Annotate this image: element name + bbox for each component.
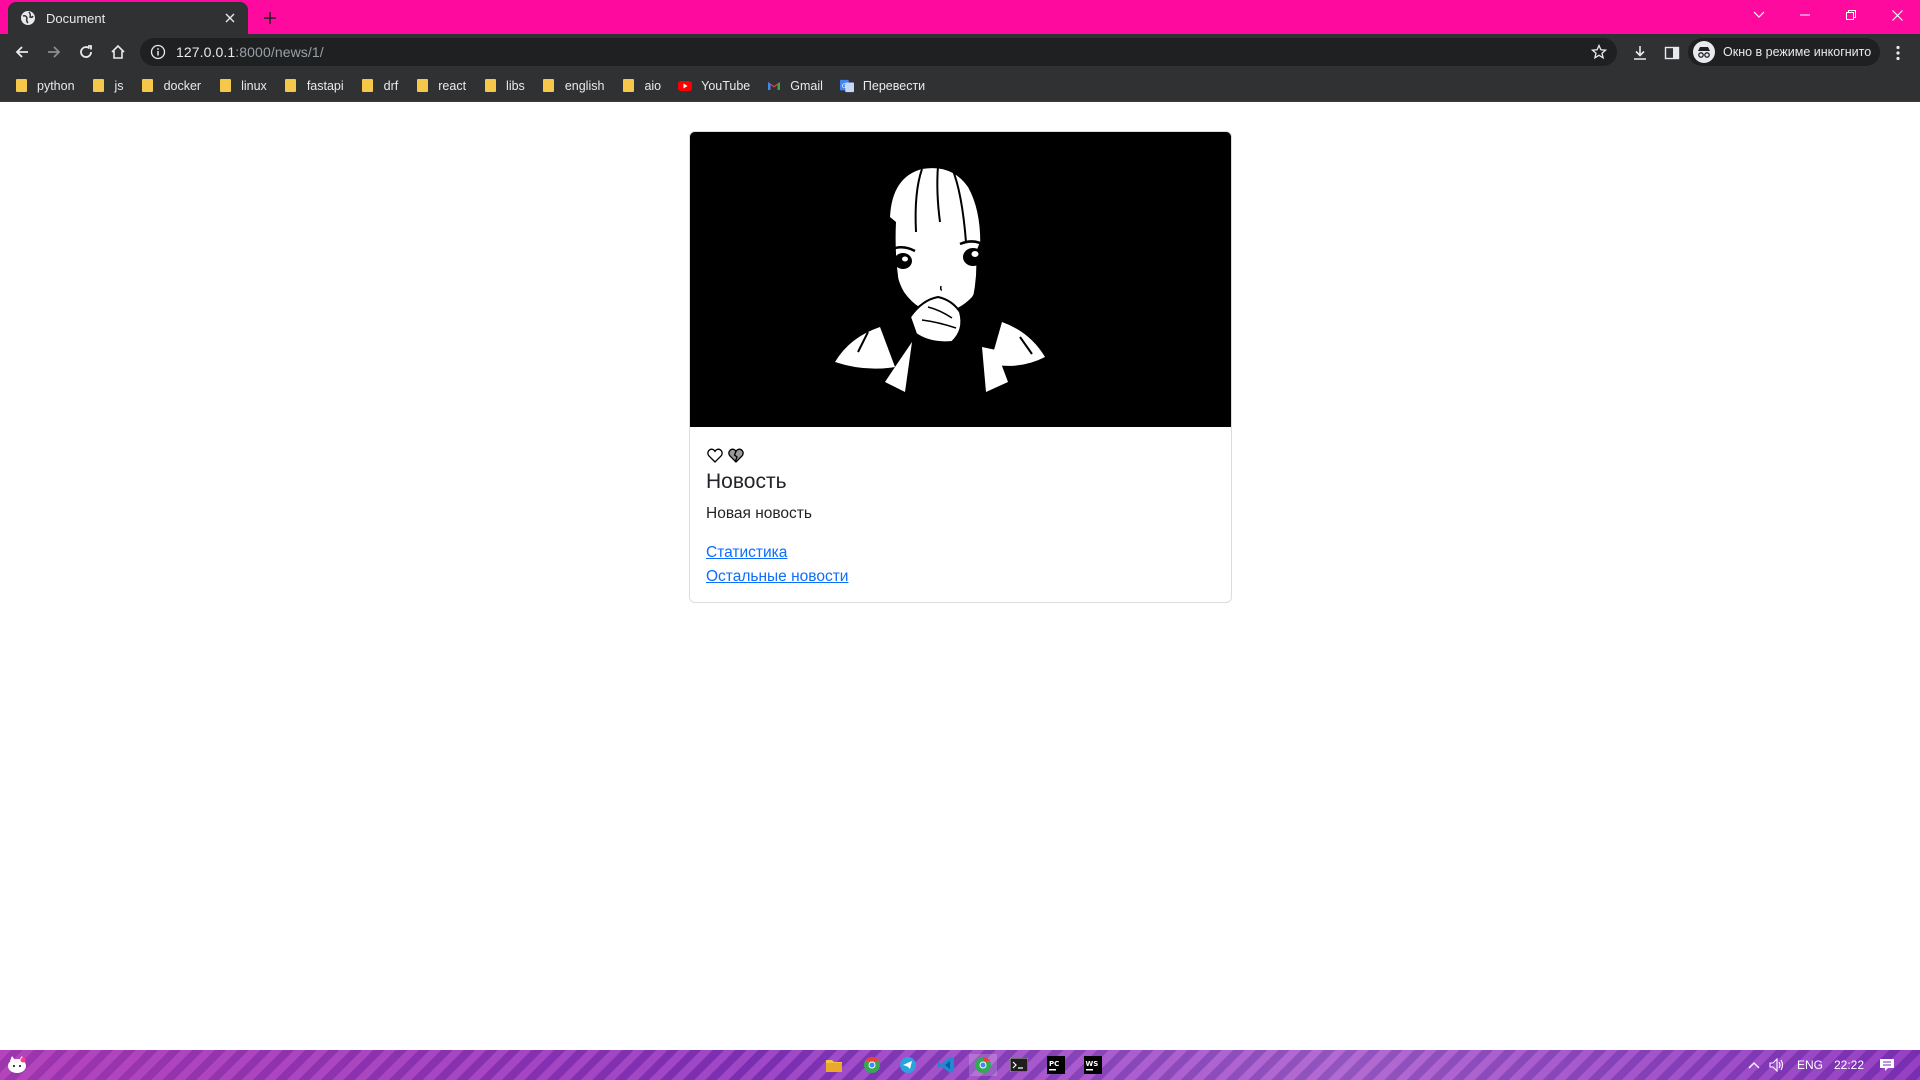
home-button[interactable] bbox=[104, 38, 132, 66]
stats-link[interactable]: Статистика bbox=[706, 541, 1215, 565]
broken-heart-icon[interactable] bbox=[727, 446, 745, 464]
folder-icon bbox=[218, 79, 232, 93]
bookmark-folder-libs[interactable]: libs bbox=[483, 74, 525, 98]
folder-icon bbox=[415, 79, 429, 93]
bookmark-label: linux bbox=[241, 78, 267, 93]
tab-search-icon[interactable] bbox=[1736, 0, 1782, 30]
bookmark-folder-aio[interactable]: aio bbox=[621, 74, 661, 98]
bookmark-gmail[interactable]: Gmail bbox=[767, 74, 823, 98]
more-menu-icon[interactable] bbox=[1889, 44, 1907, 62]
bookmarks-bar: python js docker linux fastapi drf react… bbox=[0, 70, 1920, 102]
bookmark-label: Gmail bbox=[790, 78, 823, 93]
bookmark-folder-linux[interactable]: linux bbox=[218, 74, 267, 98]
profile-label: Окно в режиме инкогнито bbox=[1723, 45, 1872, 59]
news-links: Статистика Остальные новости bbox=[706, 541, 1215, 589]
incognito-icon bbox=[1693, 41, 1715, 63]
svg-text:WS: WS bbox=[1086, 1060, 1099, 1068]
browser-titlebar: Document bbox=[0, 0, 1920, 34]
clock[interactable]: 22:22 bbox=[1834, 1050, 1864, 1080]
address-bar[interactable]: 127.0.0.1:8000/news/1/ bbox=[140, 38, 1617, 66]
card-body: Новость Новая новость Статистика Остальн… bbox=[690, 427, 1231, 602]
restore-icon[interactable] bbox=[1828, 0, 1874, 30]
chrome-icon[interactable] bbox=[861, 1054, 883, 1076]
url-path: :8000/news/1/ bbox=[235, 44, 324, 60]
svg-text:G: G bbox=[842, 82, 847, 89]
vscode-icon[interactable] bbox=[935, 1054, 957, 1076]
gmail-icon bbox=[767, 79, 781, 93]
file-explorer-icon[interactable] bbox=[823, 1054, 845, 1076]
bookmark-label: libs bbox=[506, 78, 525, 93]
other-news-link[interactable]: Остальные новости bbox=[706, 565, 1215, 589]
telegram-icon[interactable] bbox=[897, 1054, 919, 1076]
bookmark-star-icon[interactable] bbox=[1591, 44, 1607, 60]
reactions bbox=[706, 446, 1215, 464]
folder-icon bbox=[14, 79, 28, 93]
new-tab-button[interactable] bbox=[258, 6, 282, 30]
folder-icon bbox=[483, 79, 497, 93]
bookmark-youtube[interactable]: YouTube bbox=[678, 74, 750, 98]
heart-icon[interactable] bbox=[706, 446, 724, 464]
bookmark-label: docker bbox=[163, 78, 202, 93]
terminal-icon[interactable] bbox=[1008, 1054, 1030, 1076]
bookmark-label: js bbox=[114, 78, 124, 93]
youtube-icon bbox=[678, 79, 693, 93]
bookmark-label: python bbox=[37, 78, 75, 93]
folder-icon bbox=[542, 79, 556, 93]
bookmark-label: drf bbox=[383, 78, 399, 93]
url-host: 127.0.0.1 bbox=[176, 44, 236, 60]
download-icon[interactable] bbox=[1631, 44, 1649, 62]
notifications-icon[interactable] bbox=[1879, 1050, 1895, 1080]
news-title: Новость bbox=[706, 470, 787, 493]
news-card: Новость Новая новость Статистика Остальн… bbox=[689, 131, 1232, 603]
close-tab-icon[interactable] bbox=[222, 10, 238, 26]
anime-girl-illustration bbox=[690, 132, 1231, 427]
close-window-icon[interactable] bbox=[1874, 0, 1920, 30]
side-panel-icon[interactable] bbox=[1663, 44, 1681, 62]
folder-icon bbox=[621, 79, 635, 93]
bookmark-folder-js[interactable]: js bbox=[92, 74, 124, 98]
forward-button[interactable] bbox=[40, 38, 68, 66]
taskbar: PC WS ENG 22:22 bbox=[0, 1050, 1920, 1080]
browser-tab[interactable]: Document bbox=[8, 2, 248, 34]
news-text: Новая новость bbox=[706, 505, 812, 522]
tray-overflow-icon[interactable] bbox=[1748, 1050, 1760, 1080]
tab-title: Document bbox=[46, 10, 106, 26]
bookmark-label: english bbox=[564, 78, 605, 93]
reload-button[interactable] bbox=[72, 38, 100, 66]
bookmark-label: Перевести bbox=[862, 78, 926, 93]
bookmark-folder-python[interactable]: python bbox=[14, 74, 75, 98]
browser-toolbar: 127.0.0.1:8000/news/1/ Окно в режиме инк… bbox=[0, 34, 1920, 70]
chrome-incognito-taskbar-icon[interactable] bbox=[969, 1054, 997, 1076]
news-image bbox=[690, 132, 1231, 427]
folder-icon bbox=[361, 79, 375, 93]
minimize-icon[interactable] bbox=[1782, 0, 1828, 30]
translate-icon: G bbox=[839, 79, 854, 93]
bookmark-folder-react[interactable]: react bbox=[415, 74, 466, 98]
bookmark-label: fastapi bbox=[306, 78, 344, 93]
site-info-icon[interactable] bbox=[150, 44, 166, 60]
bookmark-folder-fastapi[interactable]: fastapi bbox=[284, 74, 344, 98]
folder-icon bbox=[141, 79, 155, 93]
bookmark-folder-english[interactable]: english bbox=[542, 74, 605, 98]
back-button[interactable] bbox=[8, 38, 36, 66]
bookmark-label: YouTube bbox=[701, 78, 751, 93]
language-indicator[interactable]: ENG bbox=[1797, 1050, 1823, 1080]
webstorm-icon[interactable]: WS bbox=[1082, 1054, 1104, 1076]
bookmark-folder-drf[interactable]: drf bbox=[361, 74, 399, 98]
incognito-profile-button[interactable]: Окно в режиме инкогнито bbox=[1688, 38, 1880, 66]
bookmark-translate[interactable]: G Перевести bbox=[839, 74, 926, 98]
pycharm-icon[interactable]: PC bbox=[1045, 1054, 1067, 1076]
url-text: 127.0.0.1:8000/news/1/ bbox=[176, 44, 324, 60]
start-button[interactable] bbox=[6, 1054, 28, 1076]
folder-icon bbox=[284, 79, 298, 93]
folder-icon bbox=[92, 79, 106, 93]
svg-text:PC: PC bbox=[1049, 1060, 1059, 1068]
bookmark-label: react bbox=[438, 78, 467, 93]
bookmark-folder-docker[interactable]: docker bbox=[141, 74, 202, 98]
bookmark-label: aio bbox=[644, 78, 662, 93]
globe-icon bbox=[20, 10, 36, 26]
volume-icon[interactable] bbox=[1769, 1050, 1785, 1080]
